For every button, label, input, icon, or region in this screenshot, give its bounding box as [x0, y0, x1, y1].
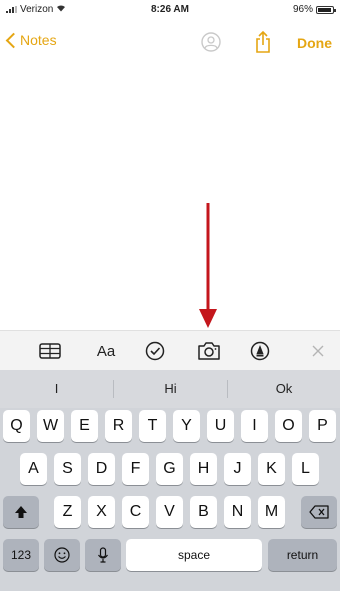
keyboard: I Hi Ok Q W E R T Y U I O P A S D F G H … — [0, 370, 340, 591]
chevron-left-icon — [5, 32, 22, 49]
key-s[interactable]: S — [54, 453, 81, 485]
back-label: Notes — [20, 32, 57, 48]
key-r[interactable]: R — [105, 410, 132, 442]
camera-button[interactable] — [195, 340, 223, 362]
key-l[interactable]: L — [292, 453, 319, 485]
close-icon — [312, 345, 324, 357]
key-g[interactable]: G — [156, 453, 183, 485]
status-right: 96% — [292, 4, 336, 15]
status-time: 8:26 AM — [151, 4, 189, 15]
annotation-arrow — [199, 203, 217, 328]
done-button[interactable]: Done — [297, 35, 332, 51]
format-text-button[interactable]: Aa — [91, 340, 121, 362]
key-z[interactable]: Z — [54, 496, 81, 528]
prediction-1[interactable]: I — [0, 370, 113, 408]
battery-percent: 96% — [292, 4, 313, 15]
key-q[interactable]: Q — [3, 410, 30, 442]
emoji-key[interactable] — [44, 539, 80, 571]
return-key[interactable]: return — [268, 539, 337, 571]
dictation-key[interactable] — [85, 539, 121, 571]
key-h[interactable]: H — [190, 453, 217, 485]
key-i[interactable]: I — [241, 410, 268, 442]
key-m[interactable]: M — [258, 496, 285, 528]
table-icon — [39, 343, 61, 359]
table-button[interactable] — [37, 340, 63, 362]
status-bar: Verizon 8:26 AM 96% — [0, 0, 340, 20]
key-v[interactable]: V — [156, 496, 183, 528]
key-k[interactable]: K — [258, 453, 285, 485]
key-o[interactable]: O — [275, 410, 302, 442]
key-p[interactable]: P — [309, 410, 336, 442]
backspace-icon — [309, 505, 329, 519]
format-toolbar: Aa — [0, 330, 340, 370]
key-b[interactable]: B — [190, 496, 217, 528]
key-u[interactable]: U — [207, 410, 234, 442]
checklist-button[interactable] — [143, 340, 167, 362]
key-j[interactable]: J — [224, 453, 251, 485]
shift-icon — [15, 506, 27, 518]
microphone-icon — [98, 547, 108, 563]
prediction-2[interactable]: Hi — [114, 370, 227, 408]
add-people-icon[interactable] — [199, 32, 225, 52]
markup-pen-icon — [250, 341, 270, 361]
close-toolbar-button[interactable] — [307, 340, 329, 362]
key-e[interactable]: E — [71, 410, 98, 442]
space-key[interactable]: space — [126, 539, 262, 571]
key-a[interactable]: A — [20, 453, 47, 485]
numbers-key[interactable]: 123 — [3, 539, 39, 571]
key-x[interactable]: X — [88, 496, 115, 528]
key-n[interactable]: N — [224, 496, 251, 528]
shift-key[interactable] — [3, 496, 39, 528]
key-t[interactable]: T — [139, 410, 166, 442]
camera-icon — [198, 342, 220, 360]
key-w[interactable]: W — [37, 410, 64, 442]
delete-key[interactable] — [301, 496, 337, 528]
nav-bar: Notes Done — [0, 30, 340, 60]
share-icon[interactable] — [253, 30, 273, 54]
prediction-3[interactable]: Ok — [228, 370, 340, 408]
checkmark-circle-icon — [145, 341, 165, 361]
key-y[interactable]: Y — [173, 410, 200, 442]
markup-button[interactable] — [248, 340, 272, 362]
battery-icon — [316, 5, 336, 14]
key-f[interactable]: F — [122, 453, 149, 485]
key-c[interactable]: C — [122, 496, 149, 528]
note-body[interactable] — [0, 70, 340, 326]
back-button[interactable]: Notes — [5, 32, 57, 49]
predictive-bar: I Hi Ok — [0, 370, 340, 408]
emoji-icon — [54, 547, 70, 563]
key-d[interactable]: D — [88, 453, 115, 485]
